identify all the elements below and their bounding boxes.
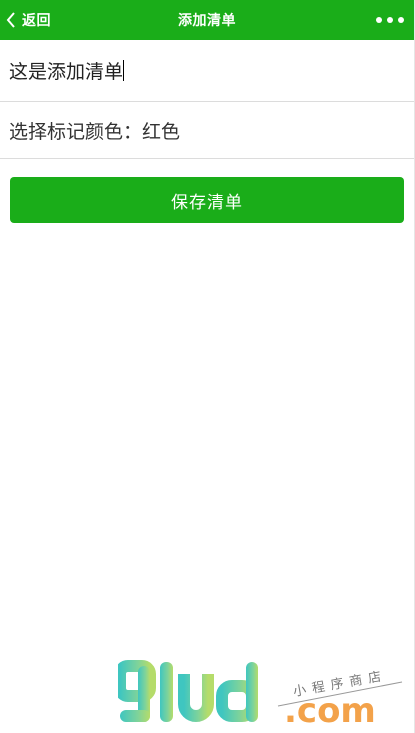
list-name-row: 这是添加清单 [0,40,414,102]
app-screen: 返回 添加清单 这是添加清单 选择标记颜色：红色 保存清单 .com 小程序商店 [0,0,415,733]
list-name-value: 这是添加清单 [9,61,124,83]
svg-text:小程序商店: 小程序商店 [292,669,388,700]
more-dot [387,17,393,23]
nav-bar: 返回 添加清单 [0,0,414,40]
color-picker-label: 选择标记颜色：红色 [9,120,181,143]
svg-text:.com: .com [284,691,376,730]
more-dot [398,17,404,23]
list-name-input[interactable]: 这是添加清单 [9,57,125,84]
more-options-button[interactable] [376,0,404,40]
back-label: 返回 [22,13,51,29]
save-list-button[interactable]: 保存清单 [10,177,404,223]
color-picker-row[interactable]: 选择标记颜色：红色 [0,102,414,159]
back-button[interactable]: 返回 [0,0,51,40]
more-dot [376,17,382,23]
watermark: .com 小程序商店 [114,660,408,731]
watermark-logo: .com 小程序商店 [114,660,403,731]
text-caret [123,60,125,81]
page-title: 添加清单 [178,13,236,29]
chevron-left-icon [6,12,16,28]
